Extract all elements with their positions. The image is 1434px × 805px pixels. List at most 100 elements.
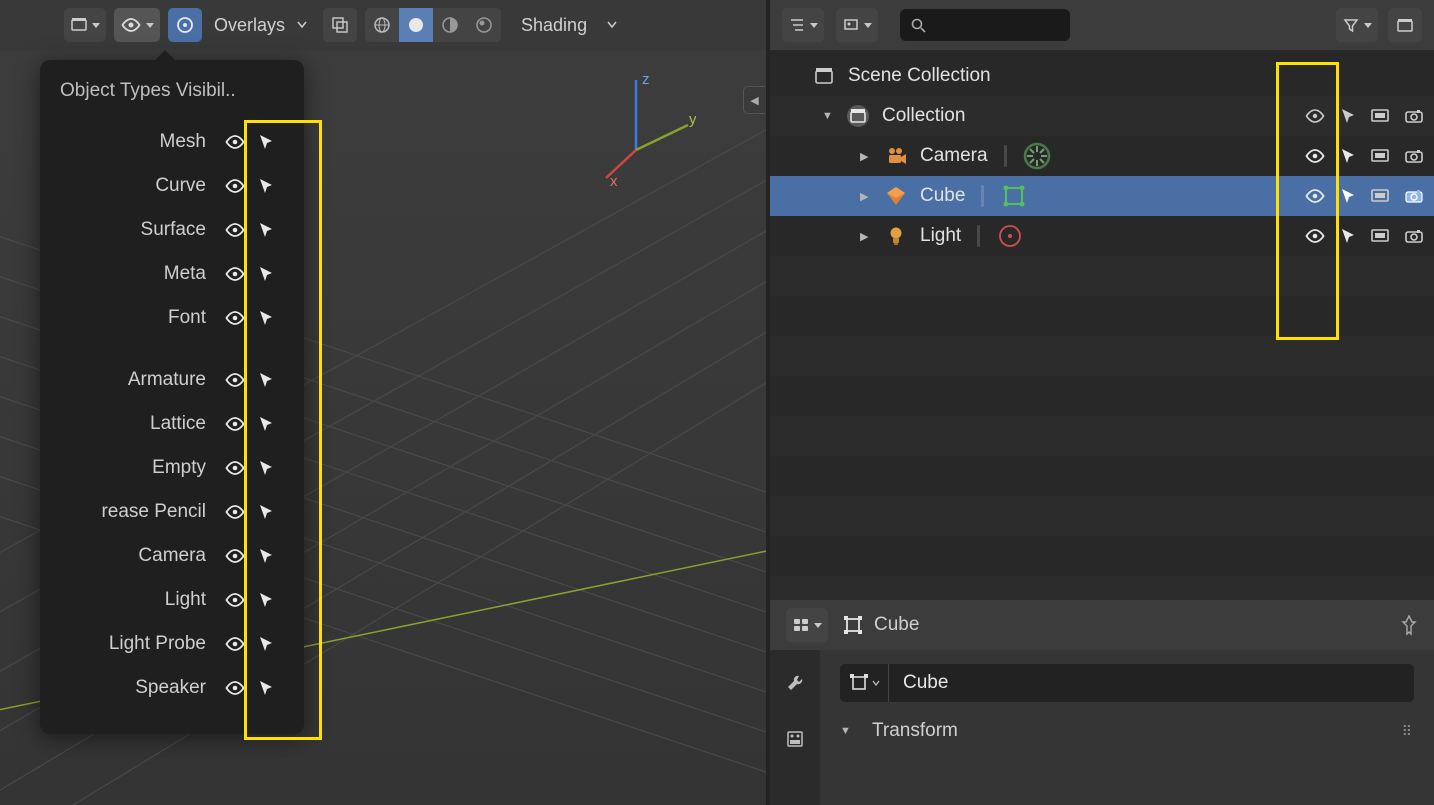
properties-type-dropdown[interactable]	[786, 608, 828, 642]
breadcrumb-text: Cube	[874, 614, 919, 636]
cursor-icon[interactable]	[1340, 107, 1356, 125]
eye-icon[interactable]	[1304, 148, 1326, 164]
navigation-gizmo[interactable]: z y x	[596, 70, 696, 190]
cursor-icon[interactable]	[258, 371, 274, 389]
collection-label: Collection	[882, 105, 965, 127]
eye-icon[interactable]	[224, 372, 246, 388]
screen-icon[interactable]	[1370, 108, 1390, 124]
camera-icon[interactable]	[1404, 108, 1424, 124]
disclosure-triangle[interactable]: ▼	[822, 110, 838, 122]
overlays-label[interactable]: Overlays	[214, 15, 285, 36]
filter-dropdown[interactable]	[1336, 8, 1378, 42]
shading-solid[interactable]	[399, 8, 433, 42]
new-collection-button[interactable]	[1388, 8, 1422, 42]
shading-rendered[interactable]	[467, 8, 501, 42]
eye-icon[interactable]	[224, 636, 246, 652]
properties-breadcrumb[interactable]: Cube	[842, 614, 919, 636]
eye-icon[interactable]	[1304, 108, 1326, 124]
collection-row[interactable]: ▼ Collection	[770, 96, 1434, 136]
uv-icon[interactable]	[1000, 182, 1028, 210]
tree-item-camera[interactable]: ▶ Camera	[770, 136, 1434, 176]
shading-material[interactable]	[433, 8, 467, 42]
empty-row	[770, 376, 1434, 416]
section-label: Transform	[872, 720, 958, 742]
xray-toggle[interactable]	[323, 8, 357, 42]
visibility-row: Font	[52, 296, 294, 340]
type-label: Empty	[52, 457, 224, 479]
cursor-icon[interactable]	[258, 459, 274, 477]
scene-collection-row[interactable]: Scene Collection	[770, 56, 1434, 96]
cursor-icon[interactable]	[1340, 147, 1356, 165]
camera-toggle-icon[interactable]	[1404, 148, 1424, 164]
disclosure-triangle[interactable]: ▶	[860, 150, 876, 163]
screen-icon[interactable]	[1370, 148, 1390, 164]
cursor-icon[interactable]	[258, 679, 274, 697]
cursor-icon[interactable]	[258, 265, 274, 283]
drag-handle-icon[interactable]: ⠿	[1402, 723, 1414, 740]
spot-icon[interactable]	[996, 222, 1024, 250]
cursor-icon[interactable]	[258, 635, 274, 653]
shading-wireframe[interactable]	[365, 8, 399, 42]
viewport-3d[interactable]: Overlays Shading z y x Object Types Visi…	[0, 0, 766, 805]
cursor-icon[interactable]	[258, 591, 274, 609]
editor-type-dropdown[interactable]	[64, 8, 106, 42]
outliner-type-dropdown[interactable]	[782, 8, 824, 42]
disclosure-triangle[interactable]: ▼	[840, 725, 856, 737]
outliner-tree[interactable]: Scene Collection ▼ Collection ▶ Camera ▶Cu…	[770, 50, 1434, 616]
eye-icon[interactable]	[1304, 228, 1326, 244]
sidebar-collapse-tab[interactable]: ◀	[743, 86, 765, 114]
camera-icon	[882, 142, 910, 170]
outliner-search[interactable]	[900, 9, 1070, 41]
type-label: Surface	[52, 219, 224, 241]
cursor-icon[interactable]	[258, 177, 274, 195]
eye-icon[interactable]	[224, 592, 246, 608]
eye-icon[interactable]	[224, 178, 246, 194]
tree-item-cube[interactable]: ▶Cube	[770, 176, 1434, 216]
screen-icon[interactable]	[1370, 228, 1390, 244]
transform-section-header[interactable]: ▼ Transform ⠿	[840, 720, 1414, 742]
cursor-icon[interactable]	[1340, 227, 1356, 245]
cursor-icon[interactable]	[258, 309, 274, 327]
eye-icon[interactable]	[224, 680, 246, 696]
tool-tab[interactable]	[780, 668, 810, 698]
display-mode-dropdown[interactable]	[836, 8, 878, 42]
screen-icon[interactable]	[1370, 188, 1390, 204]
eye-icon[interactable]	[224, 460, 246, 476]
funnel-icon	[1342, 16, 1360, 34]
gizmo-toggle[interactable]	[168, 8, 202, 42]
visibility-row: Empty	[52, 446, 294, 490]
chevron-down-icon	[297, 21, 307, 29]
cursor-icon[interactable]	[258, 221, 274, 239]
eye-icon[interactable]	[224, 548, 246, 564]
svg-text:x: x	[610, 173, 618, 190]
shading-label[interactable]: Shading	[509, 15, 599, 36]
item-label: Camera	[920, 145, 988, 167]
outliner-header	[770, 0, 1434, 50]
eye-icon[interactable]	[1304, 188, 1326, 204]
empty-row	[770, 536, 1434, 576]
empty-row	[770, 256, 1434, 296]
visibility-dropdown[interactable]	[114, 8, 160, 42]
datablock-dropdown[interactable]	[840, 664, 888, 702]
eye-icon[interactable]	[224, 416, 246, 432]
tree-item-light[interactable]: ▶Light	[770, 216, 1434, 256]
eye-icon[interactable]	[224, 134, 246, 150]
disclosure-triangle[interactable]: ▶	[860, 230, 876, 243]
cursor-icon[interactable]	[258, 503, 274, 521]
camera-toggle-icon[interactable]	[1404, 228, 1424, 244]
output-tab[interactable]	[780, 724, 810, 754]
cursor-icon[interactable]	[258, 415, 274, 433]
object-name-input[interactable]: Cube	[888, 664, 1414, 702]
eye-icon[interactable]	[224, 222, 246, 238]
eye-icon[interactable]	[224, 266, 246, 282]
type-label: Light Probe	[52, 633, 224, 655]
aperture-icon[interactable]	[1023, 142, 1051, 170]
disclosure-triangle[interactable]: ▶	[860, 190, 876, 203]
camera-toggle-icon[interactable]	[1404, 188, 1424, 204]
cursor-icon[interactable]	[258, 547, 274, 565]
pin-icon[interactable]	[1400, 614, 1418, 636]
eye-icon[interactable]	[224, 504, 246, 520]
cursor-icon[interactable]	[258, 133, 274, 151]
eye-icon[interactable]	[224, 310, 246, 326]
cursor-icon[interactable]	[1340, 187, 1356, 205]
